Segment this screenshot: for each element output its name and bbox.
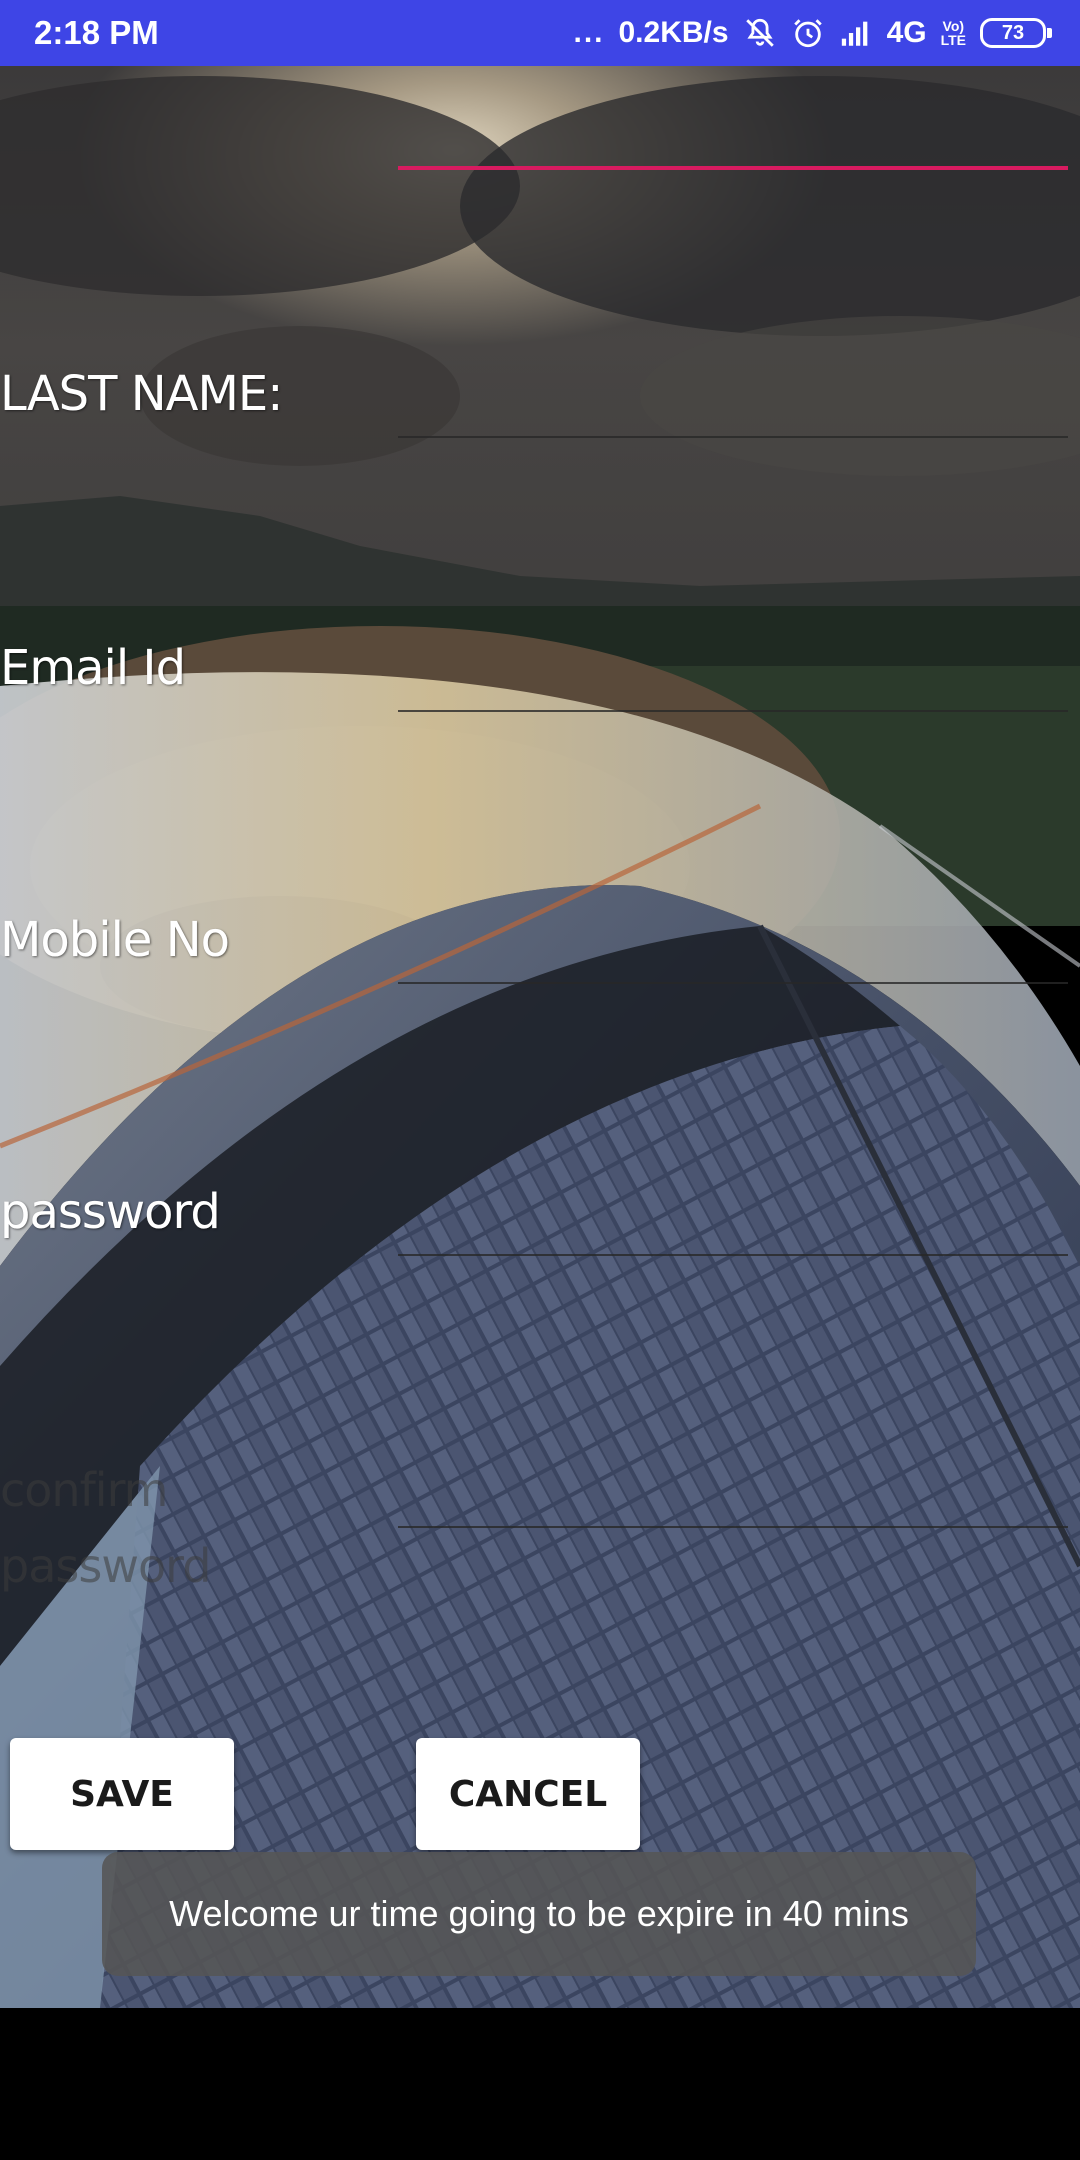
status-bar: 2:18 PM ... 0.2KB/s 4G Vo) LTE 73 [0, 0, 1080, 66]
more-dots-icon: ... [573, 16, 605, 49]
signal-icon [839, 16, 873, 50]
network-speed: 0.2KB/s [618, 16, 729, 49]
volte-icon: Vo) LTE [940, 18, 966, 48]
background-image [0, 66, 1080, 2008]
cancel-button[interactable]: CANCEL [416, 1738, 640, 1850]
alarm-icon [791, 16, 825, 50]
first-name-input[interactable] [398, 110, 1068, 170]
confirm-password-label: confirm password [0, 1463, 211, 1593]
email-label: Email Id [0, 640, 186, 696]
network-type: 4G [886, 16, 927, 49]
save-button[interactable]: SAVE [10, 1738, 234, 1850]
mute-icon [743, 16, 777, 50]
last-name-label: LAST NAME: [0, 366, 283, 422]
toast-message: Welcome ur time going to be expire in 40… [102, 1852, 976, 1976]
navigation-bar-area [0, 2008, 1080, 2160]
password-label: password [0, 1184, 221, 1240]
email-input[interactable] [398, 652, 1068, 712]
mobile-input[interactable] [398, 924, 1068, 984]
battery-icon: 73 [980, 18, 1052, 48]
last-name-input[interactable] [398, 378, 1068, 438]
confirm-password-input[interactable] [398, 1468, 1068, 1528]
mobile-label: Mobile No [0, 912, 230, 968]
status-time: 2:18 PM [34, 14, 159, 51]
status-icons: ... 0.2KB/s 4G Vo) LTE 73 [573, 16, 1052, 50]
registration-screen: 2:18 PM ... 0.2KB/s 4G Vo) LTE 73 LAST N… [0, 0, 1080, 2160]
password-input[interactable] [398, 1196, 1068, 1256]
